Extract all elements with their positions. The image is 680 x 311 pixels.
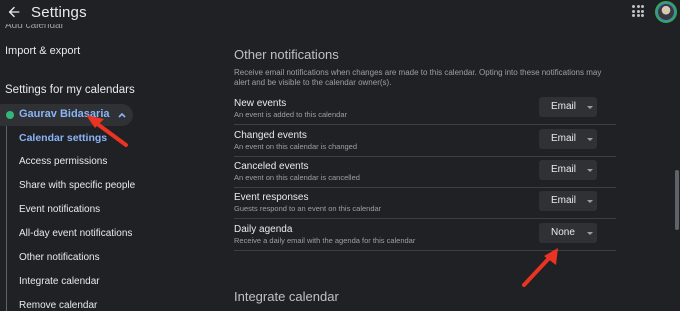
sidebar-item-other-notifications[interactable]: Other notifications: [19, 252, 100, 263]
calendar-name: Gaurav Bidasaria: [19, 108, 110, 120]
scrollbar-thumb[interactable]: [675, 170, 679, 230]
sidebar-item-add-calendar[interactable]: Add calendar: [5, 24, 64, 30]
notif-sublabel: Guests respond to an event on this calen…: [234, 204, 382, 213]
settings-main: Other notifications Receive email notifi…: [218, 24, 680, 311]
select-value: Email: [551, 101, 577, 112]
notif-row-changed-events: Changed events An event on this calendar…: [234, 126, 616, 157]
sidebar-item-allday-notifications[interactable]: All-day event notifications: [19, 228, 132, 239]
notif-sublabel: Receive a daily email with the agenda fo…: [234, 236, 416, 245]
sidebar-item-access-permissions[interactable]: Access permissions: [19, 156, 107, 167]
sidebar-item-remove-calendar[interactable]: Remove calendar: [19, 300, 97, 311]
notif-row-event-responses: Event responses Guests respond to an eve…: [234, 188, 616, 219]
select-value: None: [551, 227, 575, 238]
settings-sidebar: Add calendar Import & export Settings fo…: [0, 24, 210, 311]
notif-label: Event responses: [234, 192, 309, 203]
notif-sublabel: An event on this calendar is cancelled: [234, 173, 360, 182]
sidebar-item-share-specific[interactable]: Share with specific people: [19, 180, 135, 191]
dropdown-caret-icon: [587, 232, 593, 235]
new-events-select[interactable]: Email: [539, 97, 597, 117]
sidebar-item-event-notifications[interactable]: Event notifications: [19, 204, 100, 215]
dropdown-caret-icon: [587, 200, 593, 203]
sidebar-section-heading: Settings for my calendars: [5, 84, 135, 96]
section-title-integrate-calendar: Integrate calendar: [234, 289, 339, 304]
sidebar-item-integrate-calendar[interactable]: Integrate calendar: [19, 276, 100, 287]
daily-agenda-select[interactable]: None: [539, 223, 597, 243]
top-app-bar: Settings: [0, 0, 680, 24]
notif-row-canceled-events: Canceled events An event on this calenda…: [234, 157, 616, 188]
notif-row-new-events: New events An event is added to this cal…: [234, 94, 616, 125]
apps-grid-icon[interactable]: [632, 5, 644, 17]
dropdown-caret-icon: [587, 169, 593, 172]
notif-sublabel: An event on this calendar is changed: [234, 142, 357, 151]
calendar-color-dot: [6, 111, 14, 119]
dropdown-caret-icon: [587, 138, 593, 141]
sidebar-item-calendar-settings[interactable]: Calendar settings: [19, 132, 107, 144]
section-title-other-notifications: Other notifications: [234, 47, 339, 62]
sidebar-tree-line: [6, 126, 7, 311]
select-value: Email: [551, 164, 577, 175]
chevron-up-icon[interactable]: [117, 110, 127, 120]
section-description: Receive email notifications when changes…: [234, 68, 602, 87]
notif-row-daily-agenda: Daily agenda Receive a daily email with …: [234, 220, 616, 251]
event-responses-select[interactable]: Email: [539, 191, 597, 211]
dropdown-caret-icon: [587, 106, 593, 109]
sidebar-item-import-export[interactable]: Import & export: [5, 45, 80, 57]
arrow-back-icon[interactable]: [6, 4, 22, 20]
select-value: Email: [551, 133, 577, 144]
sidebar-calendar-gaurav[interactable]: Gaurav Bidasaria: [0, 104, 133, 126]
notif-label: Daily agenda: [234, 224, 293, 235]
canceled-events-select[interactable]: Email: [539, 160, 597, 180]
page-title: Settings: [31, 4, 87, 21]
notif-label: Canceled events: [234, 161, 309, 172]
notif-sublabel: An event is added to this calendar: [234, 110, 347, 119]
notif-label: Changed events: [234, 130, 307, 141]
changed-events-select[interactable]: Email: [539, 129, 597, 149]
select-value: Email: [551, 195, 577, 206]
notif-label: New events: [234, 98, 287, 109]
avatar[interactable]: [655, 1, 677, 23]
